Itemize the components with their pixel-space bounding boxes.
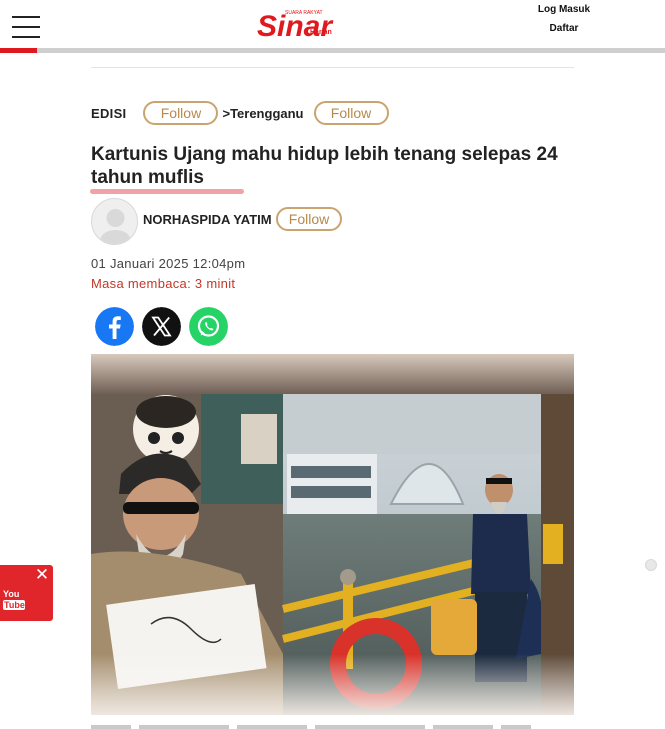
facebook-icon[interactable] (95, 307, 134, 346)
youtube-icon[interactable]: You Tube (3, 589, 25, 617)
x-icon[interactable] (142, 307, 181, 346)
edition-label: EDISI (91, 105, 127, 121)
register-link[interactable]: Daftar (535, 23, 593, 34)
reading-progress-bar (0, 48, 665, 53)
follow-author-button[interactable]: Follow (276, 207, 342, 231)
youtube-logo-line2: Tube (3, 600, 25, 610)
divider (91, 67, 574, 68)
breadcrumb-region-label: Terengganu (230, 105, 304, 121)
menu-icon[interactable] (12, 16, 40, 38)
breadcrumb-region[interactable]: >Terengganu (222, 106, 303, 121)
site-header: Sinar SUARA RAKYAT Harian Log Masuk Daft… (0, 0, 665, 48)
avatar-placeholder-icon (100, 209, 131, 244)
reading-time: Masa membaca: 3 minit (91, 276, 236, 291)
article-hero-image[interactable] (91, 354, 574, 715)
reading-progress-fill (0, 48, 37, 53)
article-title: Kartunis Ujang mahu hidup lebih tenang s… (91, 144, 558, 188)
hero-image-collage (91, 354, 574, 715)
author-name[interactable]: NORHASPIDA YATIM (143, 212, 272, 227)
logo-tagline-side: Harian (310, 29, 332, 36)
logo-tagline: SUARA RAKYAT (285, 10, 323, 16)
youtube-logo-line1: You (3, 589, 20, 599)
title-underline (90, 189, 244, 194)
login-link[interactable]: Log Masuk (535, 4, 593, 15)
sinar-harian-logo[interactable]: Sinar SUARA RAKYAT Harian (255, 6, 341, 42)
follow-edition-button[interactable]: Follow (143, 101, 219, 125)
author-avatar[interactable] (91, 198, 138, 245)
follow-region-button[interactable]: Follow (313, 101, 389, 125)
scroll-indicator[interactable] (645, 559, 657, 571)
edition-row: EDISI Follow >Terengganu Follow (91, 101, 389, 125)
caption-cutoff (91, 725, 531, 729)
youtube-floating-widget[interactable]: ✕ You Tube (0, 565, 53, 621)
breadcrumb-separator: > (222, 105, 231, 121)
publish-date: 01 Januari 2025 12:04pm (91, 256, 246, 271)
close-icon[interactable]: ✕ (34, 566, 50, 583)
whatsapp-icon[interactable] (189, 307, 228, 346)
